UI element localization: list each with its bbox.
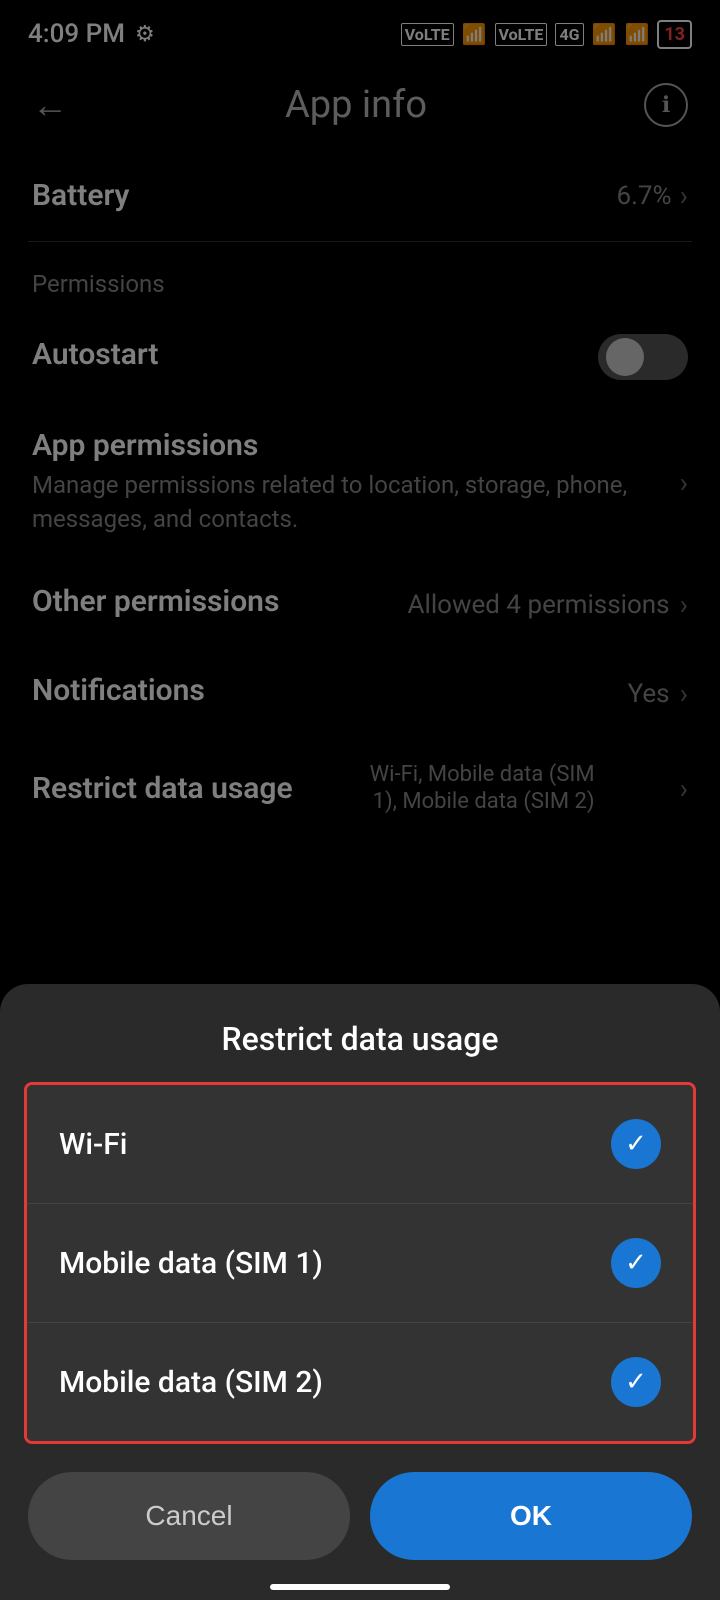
option-sim2-label: Mobile data (SIM 2)	[59, 1365, 323, 1400]
option-wifi-check: ✓	[611, 1119, 661, 1169]
option-sim1-row[interactable]: Mobile data (SIM 1) ✓	[27, 1203, 693, 1322]
checkmark-icon: ✓	[625, 1129, 647, 1159]
home-indicator	[270, 1584, 450, 1590]
option-sim2-check: ✓	[611, 1357, 661, 1407]
sheet-title: Restrict data usage	[0, 984, 720, 1082]
options-box: Wi-Fi ✓ Mobile data (SIM 1) ✓ Mobile dat…	[24, 1082, 696, 1444]
option-sim2-row[interactable]: Mobile data (SIM 2) ✓	[27, 1322, 693, 1441]
option-sim1-label: Mobile data (SIM 1)	[59, 1246, 323, 1281]
option-sim1-check: ✓	[611, 1238, 661, 1288]
checkmark-icon-2: ✓	[625, 1248, 647, 1278]
option-wifi-label: Wi-Fi	[59, 1127, 127, 1162]
bottom-sheet: Restrict data usage Wi-Fi ✓ Mobile data …	[0, 984, 720, 1600]
cancel-button[interactable]: Cancel	[28, 1472, 350, 1560]
checkmark-icon-3: ✓	[625, 1367, 647, 1397]
option-wifi-row[interactable]: Wi-Fi ✓	[27, 1085, 693, 1203]
sheet-buttons: Cancel OK	[0, 1452, 720, 1570]
ok-button[interactable]: OK	[370, 1472, 692, 1560]
